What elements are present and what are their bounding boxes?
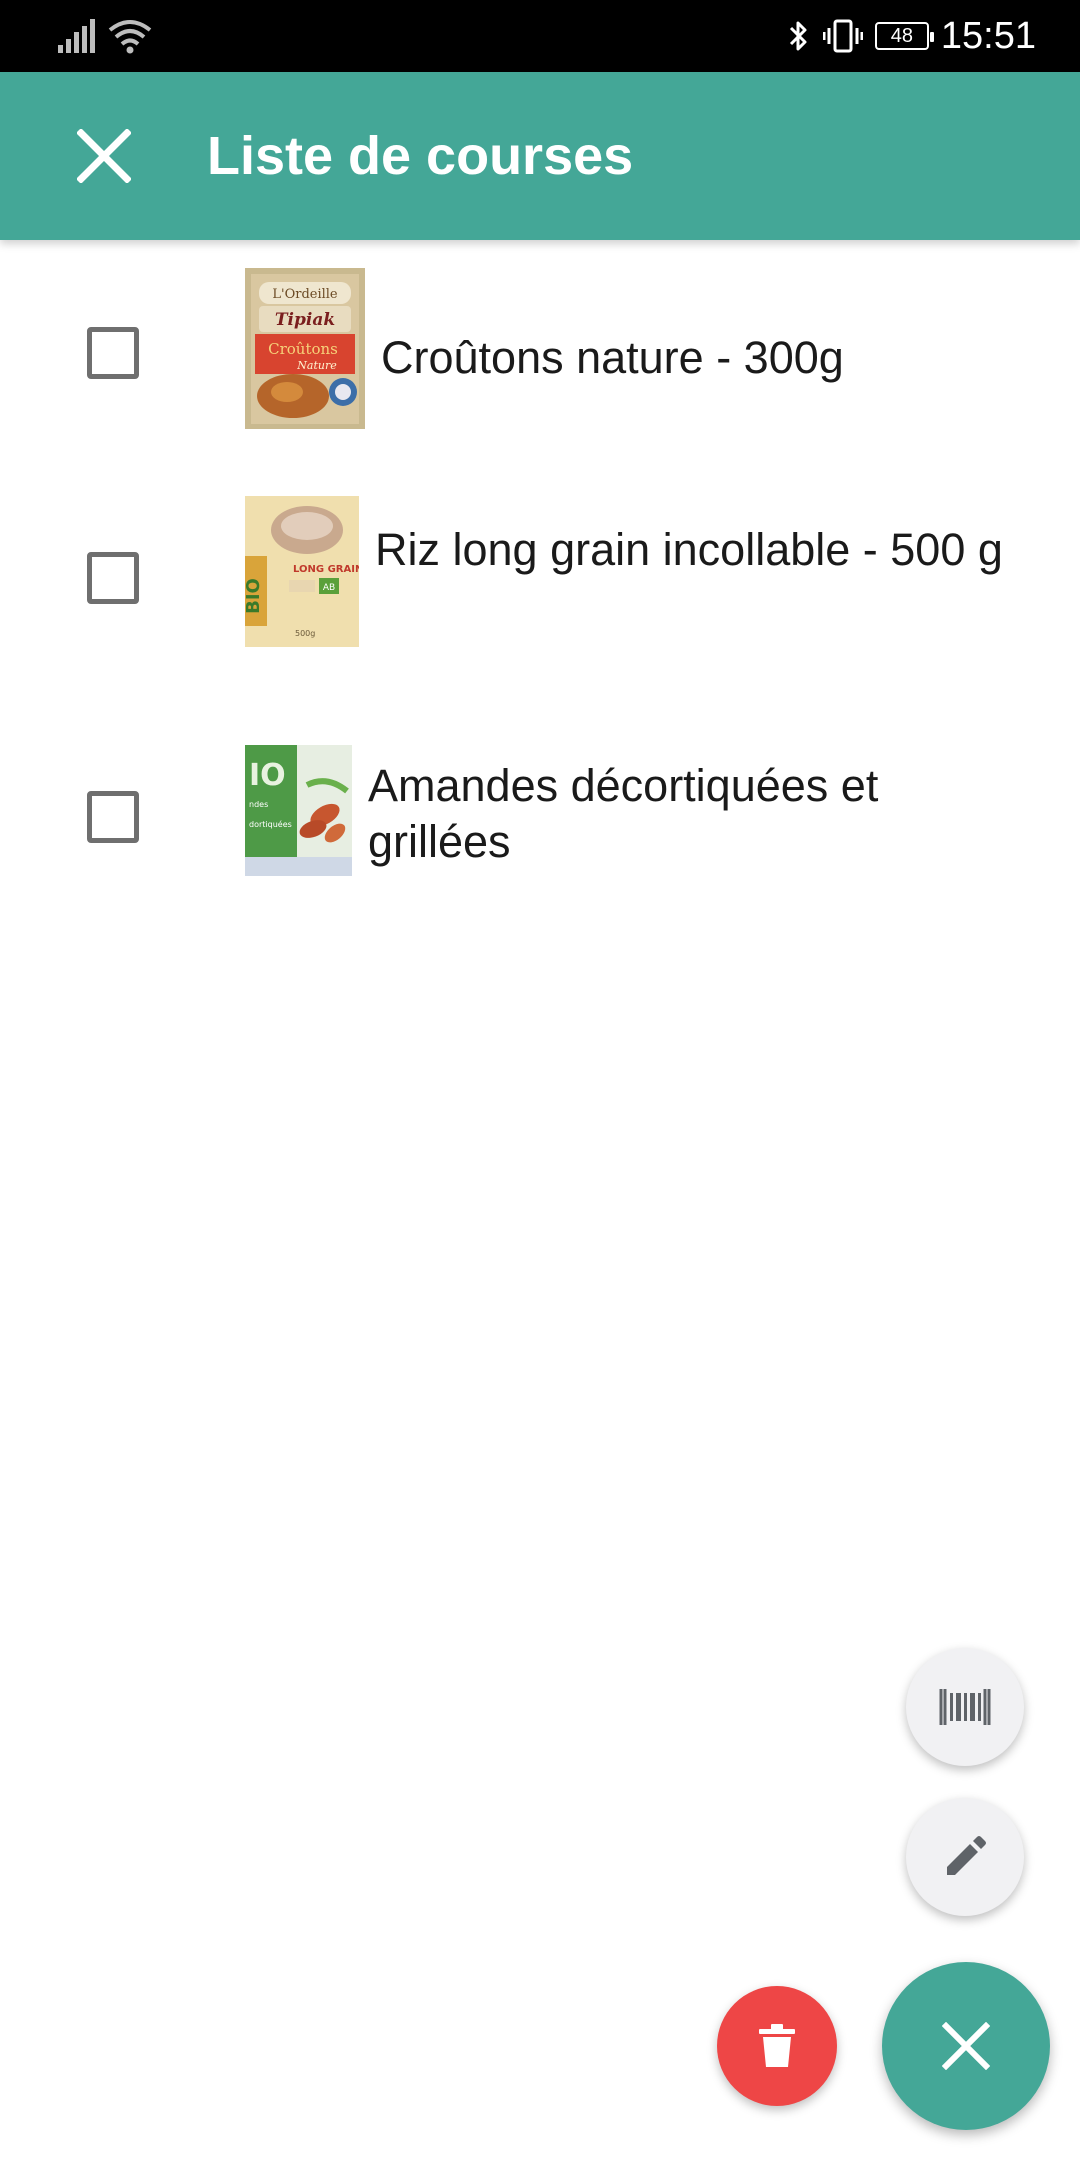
item-label: Croûtons nature - 300g xyxy=(381,332,844,383)
list-item[interactable]: IO ndes dortiquées Amandes décortiquées … xyxy=(0,745,1080,885)
svg-text:ndes: ndes xyxy=(249,800,268,809)
svg-text:IO: IO xyxy=(249,758,286,793)
svg-text:Nature: Nature xyxy=(296,359,337,372)
status-right: 48 15:51 xyxy=(787,0,1036,72)
page-title: Liste de courses xyxy=(207,126,634,186)
item-checkbox[interactable] xyxy=(87,791,139,843)
status-left xyxy=(58,16,152,56)
battery-level: 48 xyxy=(890,25,914,47)
delete-button[interactable] xyxy=(717,1986,837,2106)
croutons-product-image: L'Ordeille Tipiak Croûtons Nature xyxy=(245,268,365,429)
wifi-icon xyxy=(108,20,152,54)
svg-text:AB: AB xyxy=(323,583,335,593)
list-item[interactable]: L'Ordeille Tipiak Croûtons Nature Croûto… xyxy=(0,268,1080,438)
screen: 48 15:51 Liste de courses L'Ordeille Tip… xyxy=(0,0,1080,2160)
barcode-icon xyxy=(939,1689,991,1725)
status-bar: 48 15:51 xyxy=(0,0,1080,72)
list-item[interactable]: BIO LONG GRAIN AB 500g Riz long grain in… xyxy=(0,496,1080,666)
battery-icon: 48 xyxy=(874,22,934,50)
svg-text:500g: 500g xyxy=(295,629,315,638)
bluetooth-icon xyxy=(789,21,807,51)
item-checkbox[interactable] xyxy=(87,552,139,604)
scan-barcode-button[interactable] xyxy=(906,1648,1024,1766)
svg-text:dortiquées: dortiquées xyxy=(249,819,292,829)
svg-text:L'Ordeille: L'Ordeille xyxy=(272,287,338,302)
svg-text:BIO: BIO xyxy=(245,578,264,614)
svg-text:Croûtons: Croûtons xyxy=(268,340,338,358)
app-bar: Liste de courses xyxy=(0,72,1080,240)
rice-product-image: BIO LONG GRAIN AB 500g xyxy=(245,496,359,647)
svg-text:Tipiak: Tipiak xyxy=(275,310,335,330)
pencil-icon xyxy=(947,1836,986,1875)
trash-icon xyxy=(759,2024,795,2067)
item-label: Riz long grain incollable - 500 g xyxy=(375,524,1003,575)
close-button[interactable] xyxy=(62,114,146,198)
item-label: Amandes décortiquées et grillées xyxy=(368,760,879,867)
item-checkbox[interactable] xyxy=(87,327,139,379)
vibrate-icon xyxy=(822,19,863,53)
status-time: 15:51 xyxy=(940,14,1036,57)
svg-text:LONG GRAIN: LONG GRAIN xyxy=(293,564,359,575)
signal-icon xyxy=(58,19,95,53)
almonds-product-image: IO ndes dortiquées xyxy=(245,745,352,876)
close-menu-button[interactable] xyxy=(882,1962,1050,2130)
edit-button[interactable] xyxy=(906,1798,1024,1916)
close-icon xyxy=(77,129,131,183)
close-icon xyxy=(942,2022,990,2070)
